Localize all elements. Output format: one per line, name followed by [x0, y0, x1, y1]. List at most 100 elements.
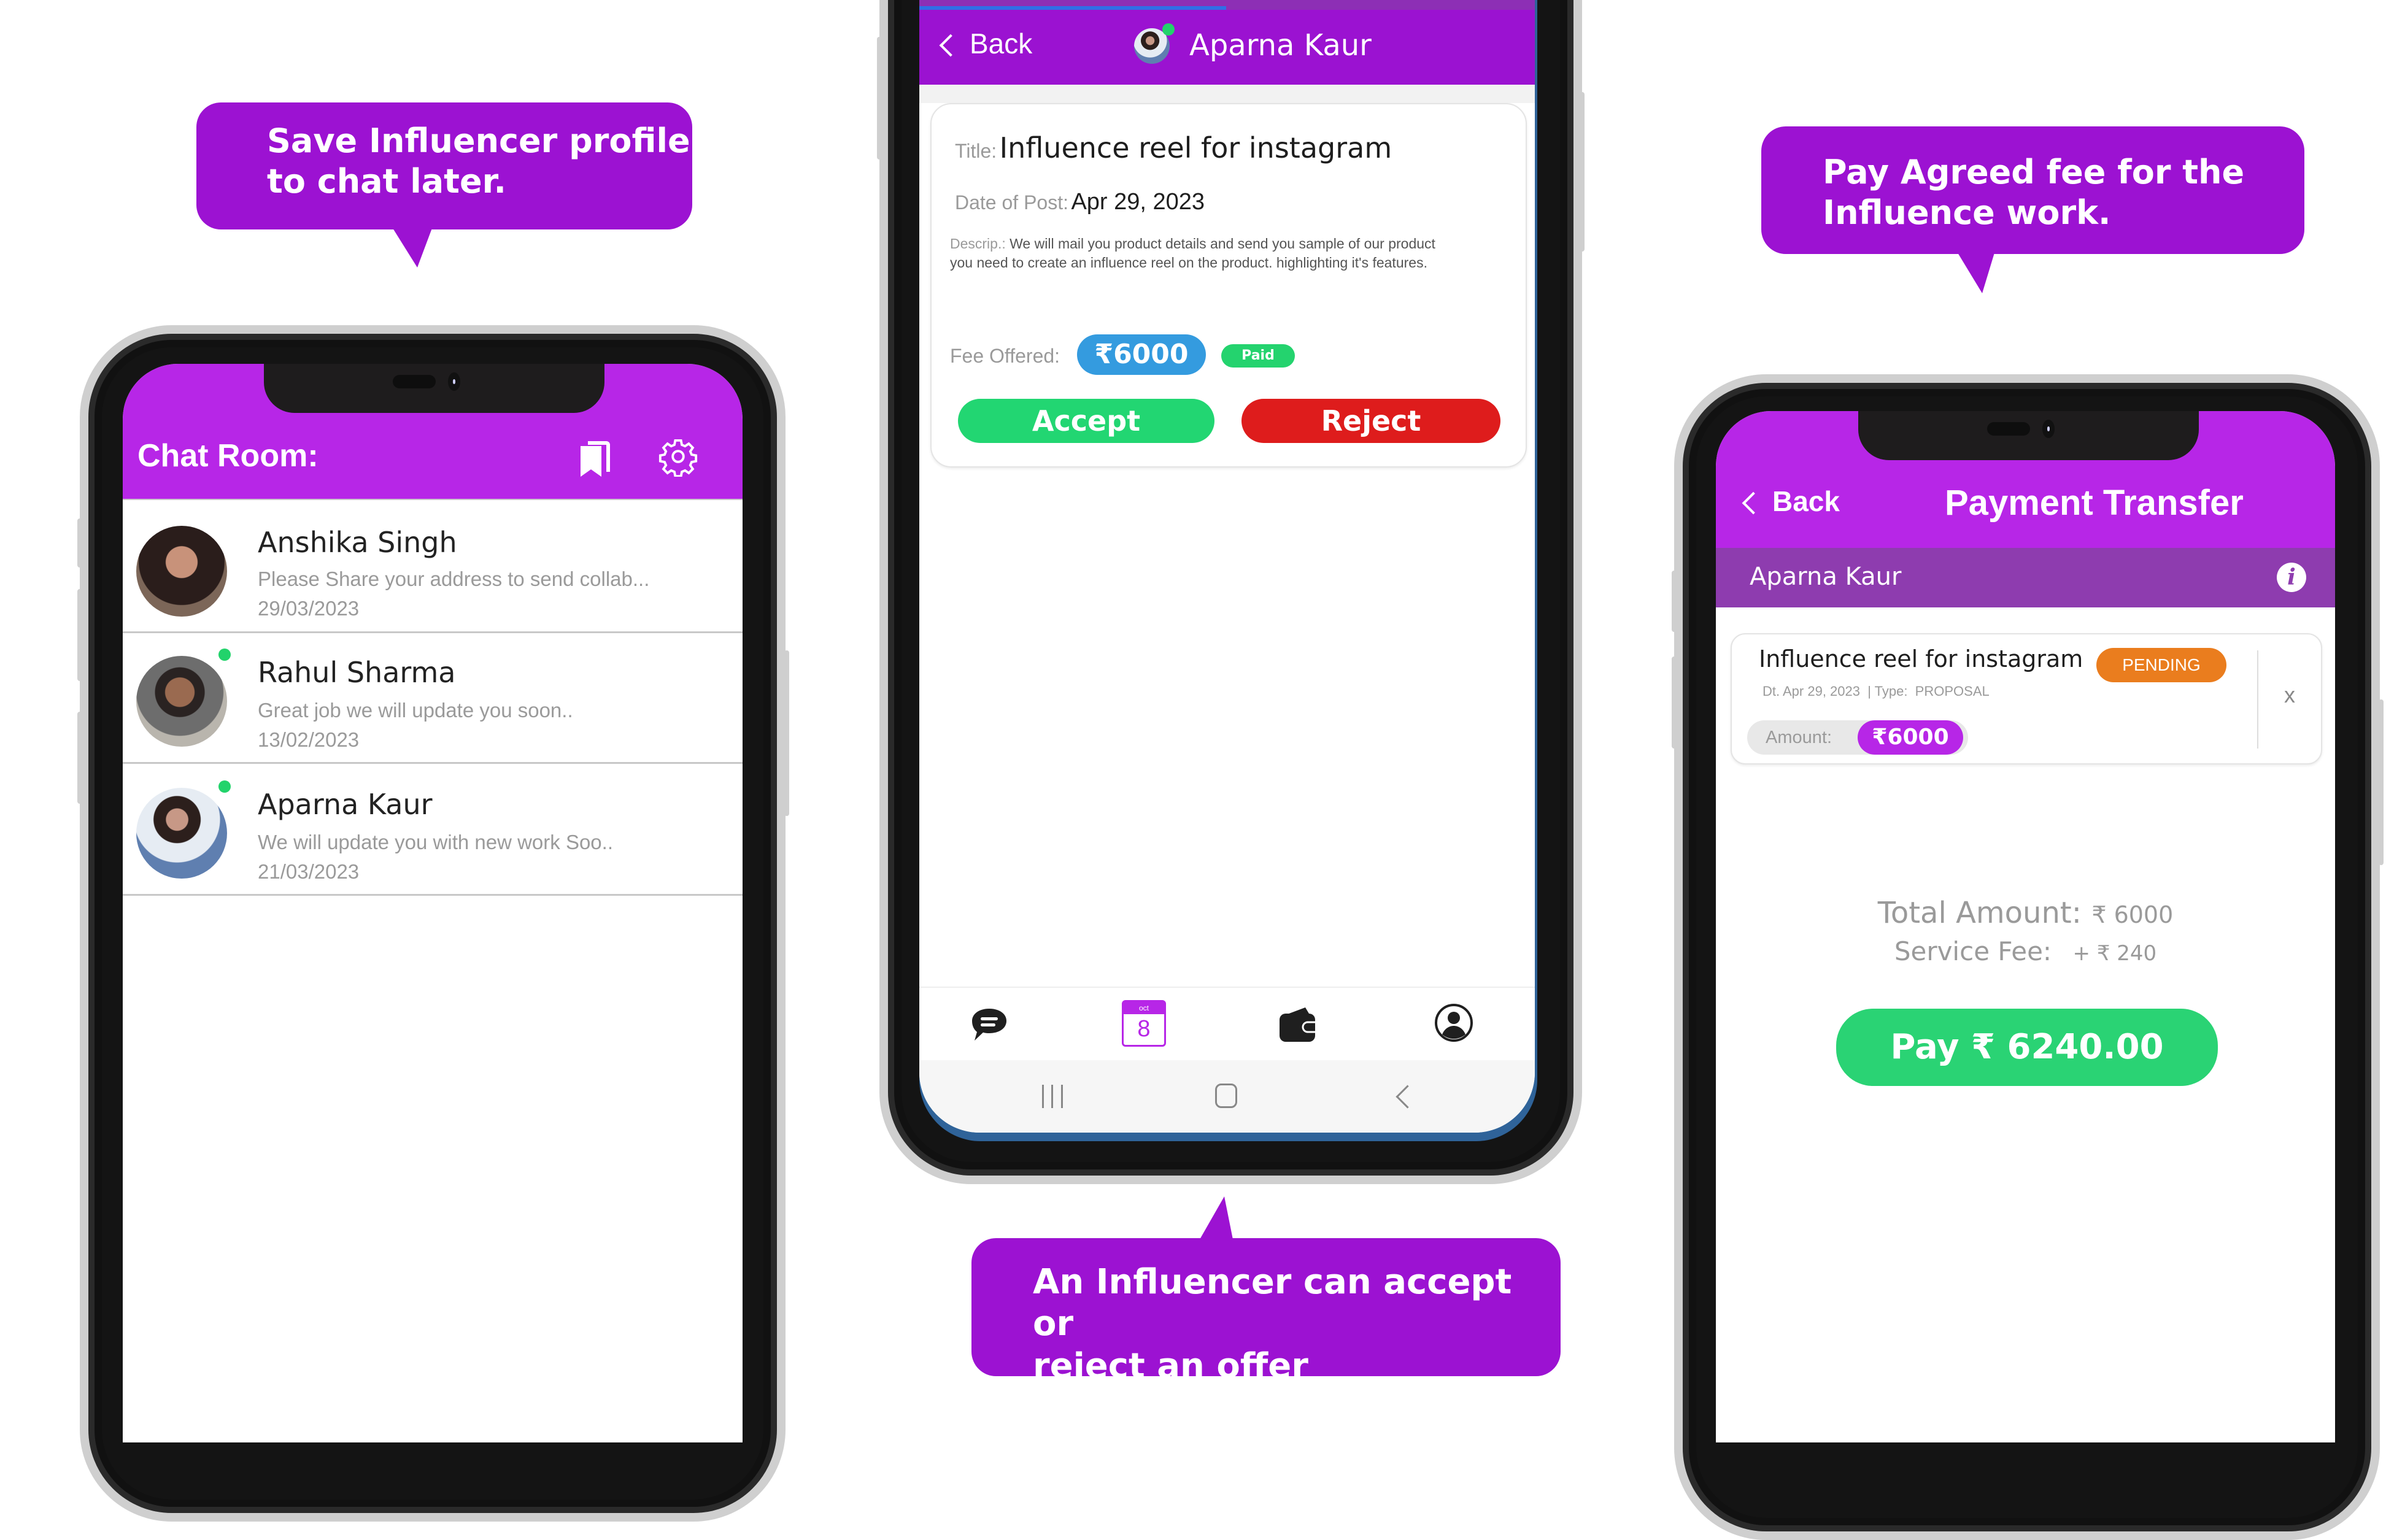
callout-tail [393, 228, 432, 268]
callout-line: Influence work. [1823, 193, 2111, 232]
title-label: Title: [955, 140, 997, 162]
side-button [1580, 92, 1585, 252]
payment-item-card: Influence reel for instagram PENDING Dt.… [1731, 633, 2322, 764]
bottom-nav: oct 8 [919, 987, 1535, 1061]
chevron-left-icon [939, 34, 962, 57]
side-button [1672, 656, 1677, 749]
online-indicator [218, 780, 231, 793]
system-nav-bar [919, 1060, 1535, 1133]
total-amount-row: Total Amount: ₹ 6000 [1716, 896, 2335, 930]
last-message: Great job we will update you soon.. [258, 699, 573, 722]
message-date: 21/03/2023 [258, 860, 360, 883]
callout-tail [1958, 253, 1994, 293]
chat-list-item[interactable]: Anshika Singh Please Share your address … [123, 499, 743, 633]
gear-icon[interactable] [658, 436, 698, 478]
paid-badge: Paid [1221, 344, 1295, 368]
total-value: ₹ 6000 [2091, 901, 2174, 928]
online-indicator [1162, 23, 1175, 36]
last-message: We will update you with new work Soo.. [258, 831, 613, 853]
avatar [136, 526, 227, 617]
offer-title: Influence reel for instagram [999, 131, 1392, 164]
description-label: Descrip.: [950, 236, 1006, 252]
speaker [1987, 422, 2030, 436]
side-button [1672, 571, 1677, 632]
card-divider [2257, 650, 2258, 749]
description-text: you need to create an influence reel on … [950, 255, 1427, 271]
date-label: Date of Post: [955, 191, 1068, 214]
service-fee-row: Service Fee: + ₹ 240 [1716, 936, 2335, 966]
offer-title-row: Title: Influence reel for instagram [955, 131, 1392, 164]
page-title: Chat Room: [137, 438, 319, 474]
back-button[interactable]: Back [1742, 485, 1840, 518]
side-button [77, 712, 82, 804]
item-title: Influence reel for instagram [1759, 645, 2083, 672]
offer-screen: Back Aparna Kaur Title: Influence reel f… [919, 0, 1537, 1141]
amount-chip: Amount: ₹6000 [1747, 720, 1968, 755]
message-date: 29/03/2023 [258, 597, 360, 620]
pay-button[interactable]: Pay ₹ 6240.00 [1836, 1009, 2218, 1086]
description-text: We will mail you product details and sen… [1010, 236, 1435, 252]
close-icon[interactable]: x [2284, 682, 2295, 708]
back-label: Back [970, 28, 1033, 60]
callout-accept-reject: An Influencer can accept or reject an of… [971, 1238, 1561, 1386]
side-button [877, 37, 882, 160]
offer-date: Apr 29, 2023 [1071, 189, 1205, 215]
service-fee-value: + ₹ 240 [2072, 941, 2157, 966]
phone-notch [264, 364, 604, 413]
payment-screen: Back Payment Transfer Aparna Kaur i Infl… [1716, 411, 2335, 1442]
avatar [136, 788, 227, 879]
bookmark-icon[interactable] [577, 437, 614, 478]
speaker [393, 375, 436, 388]
contact-name: Rahul Sharma [258, 656, 456, 689]
recipient-bar: Aparna Kaur i [1716, 548, 2335, 607]
online-indicator [218, 649, 231, 661]
chat-list-item[interactable]: Aparna Kaur We will update you with new … [123, 763, 743, 896]
chevron-left-icon [1742, 491, 1765, 515]
item-meta: Dt. Apr 29, 2023 | Type: PROPOSAL [1762, 683, 1990, 699]
status-badge: PENDING [2096, 648, 2226, 682]
callout-line: Save Influencer profile [267, 121, 690, 160]
calendar-day: 8 [1137, 1016, 1151, 1042]
contact-name: Anshika Singh [258, 526, 457, 559]
chat-room-screen: Chat Room: Anshika Singh Please Share yo… [123, 364, 743, 1442]
callout-tail [1200, 1196, 1233, 1239]
home-button[interactable] [1215, 1084, 1237, 1108]
calendar-icon[interactable]: oct 8 [1122, 1000, 1166, 1047]
service-fee-label: Service Fee: [1894, 936, 2052, 966]
contact-name: Aparna Kaur [1189, 28, 1372, 63]
accept-button[interactable]: Accept [958, 399, 1214, 443]
calendar-month: oct [1124, 1002, 1164, 1014]
profile-icon[interactable] [1434, 1003, 1474, 1043]
back-button[interactable]: Back [939, 27, 1033, 60]
side-button [2379, 699, 2384, 865]
offer-description: Descrip.: We will mail you product detai… [950, 234, 1435, 272]
side-button [784, 650, 789, 816]
side-button [77, 589, 82, 681]
page-title: Payment Transfer [1945, 483, 2244, 523]
chat-list-item[interactable]: Rahul Sharma Great job we will update yo… [123, 631, 743, 764]
contact-name: Aparna Kaur [258, 788, 433, 821]
callout-save-profile: Save Influencer profile to chat later. [196, 102, 692, 229]
offer-header: Back Aparna Kaur [919, 10, 1535, 85]
callout-line: to chat later. [267, 161, 507, 201]
back-label: Back [1772, 485, 1840, 517]
info-icon[interactable]: i [2277, 563, 2306, 592]
wallet-icon[interactable] [1278, 1005, 1318, 1043]
offer-screen-body: Back Aparna Kaur Title: Influence reel f… [919, 0, 1535, 1133]
back-nav-button[interactable] [1396, 1085, 1419, 1109]
callout-line: An Influencer can accept or [1033, 1262, 1512, 1344]
reject-button[interactable]: Reject [1241, 399, 1500, 443]
side-button [77, 518, 82, 568]
total-label: Total Amount: [1877, 896, 2082, 930]
message-date: 13/02/2023 [258, 728, 360, 751]
amount-label: Amount: [1766, 728, 1832, 747]
fee-label: Fee Offered: [950, 345, 1060, 367]
header-gap [919, 85, 1535, 103]
callout-line: reject an offer [1033, 1346, 1308, 1386]
recipient-name: Aparna Kaur [1750, 563, 1902, 591]
callout-line: Pay Agreed fee for the [1823, 153, 2245, 191]
camera [448, 372, 460, 391]
chat-icon[interactable] [970, 1006, 1009, 1043]
recent-apps-button[interactable] [1042, 1085, 1063, 1108]
offer-date-row: Date of Post: Apr 29, 2023 [955, 189, 1205, 215]
